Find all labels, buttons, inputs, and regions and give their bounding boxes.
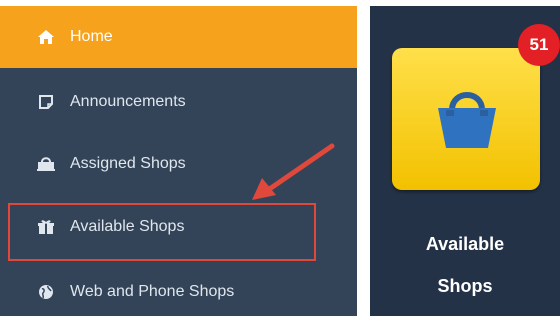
sidebar-item-label: Announcements (70, 93, 186, 110)
notification-badge: 51 (518, 24, 560, 66)
sidebar-item-home[interactable]: Home (0, 6, 357, 68)
globe-icon (36, 282, 56, 302)
app-tile-panel: 51 Available Shops (370, 6, 560, 316)
note-icon (36, 92, 56, 112)
highlight-box (8, 203, 316, 261)
tile-label-line2: Shops (437, 276, 493, 296)
sidebar-item-web-and-phone-shops[interactable]: Web and Phone Shops (0, 262, 357, 322)
home-icon (36, 27, 56, 47)
tile-label-line1: Available (425, 234, 505, 254)
available-shops-tile[interactable] (392, 48, 540, 190)
shopping-basket-icon (438, 92, 496, 148)
sidebar-item-label: Assigned Shops (70, 155, 186, 172)
sidebar-item-announcements[interactable]: Announcements (0, 72, 357, 132)
pointer-arrow-icon (252, 143, 335, 200)
shopping-bag-icon (36, 154, 56, 174)
sidebar-item-label: Home (70, 28, 113, 45)
sidebar-item-label: Web and Phone Shops (70, 283, 235, 300)
